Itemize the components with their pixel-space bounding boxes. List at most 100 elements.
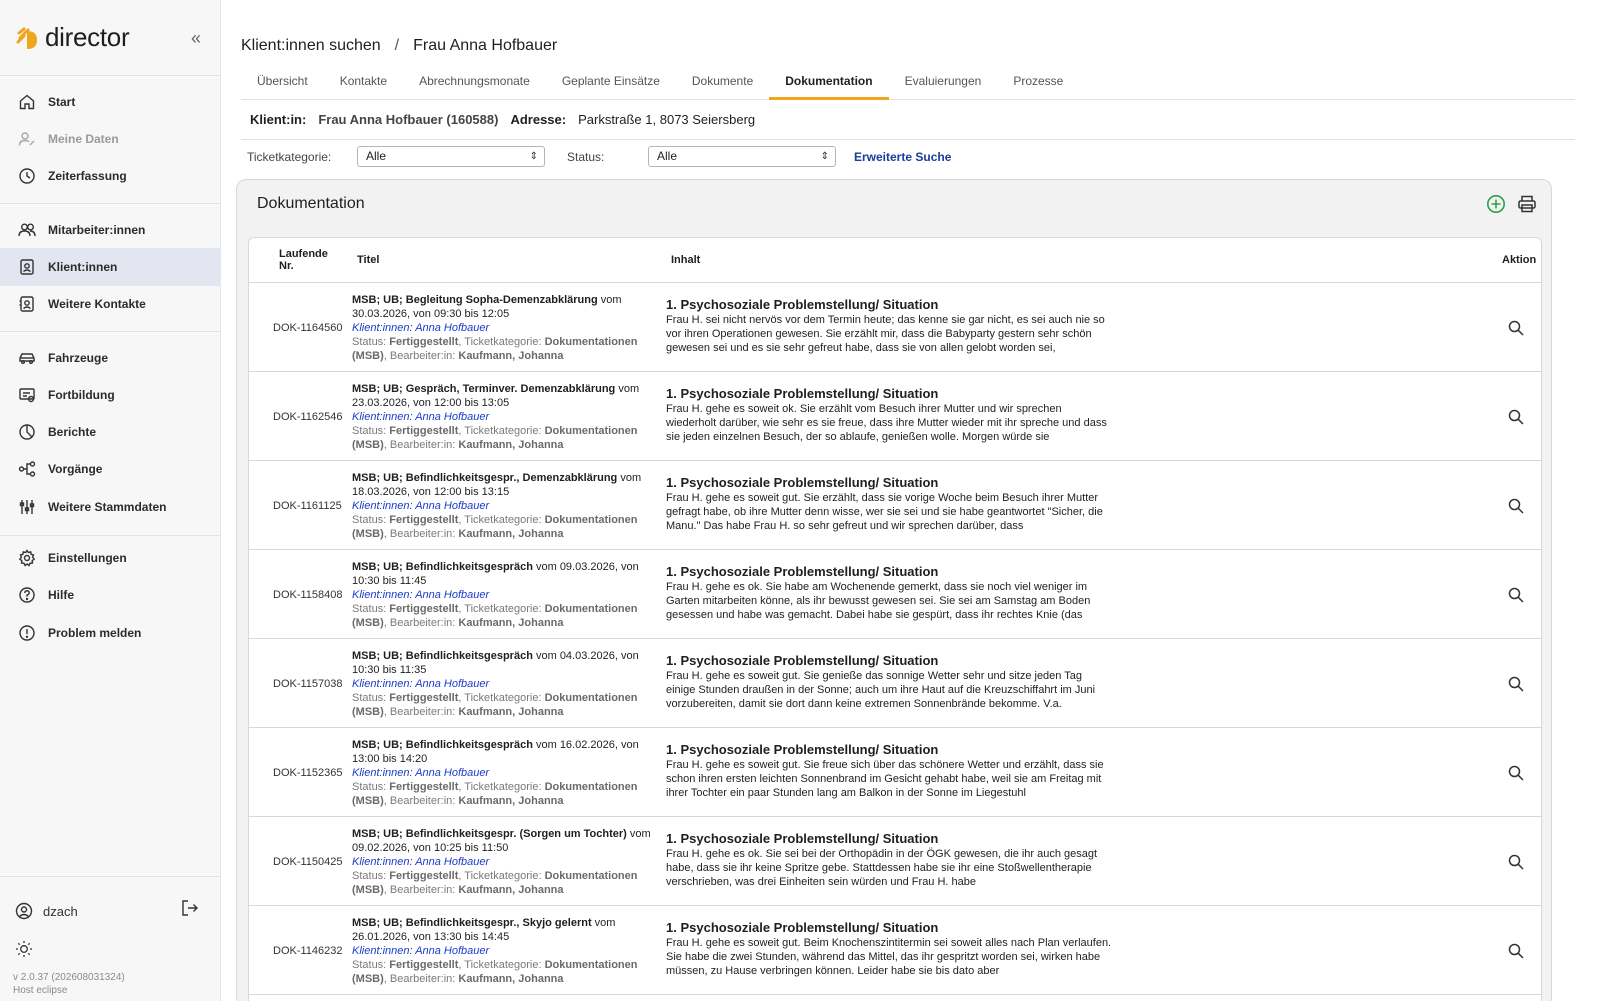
row-title: MSB; UB; Befindlichkeitsgespräch vom 09.… xyxy=(352,560,657,630)
row-client-link[interactable]: Klient:innen: Anna Hofbauer xyxy=(352,678,489,690)
row-content-title: 1. Psychosoziale Problemstellung/ Situat… xyxy=(666,475,939,490)
sidebar-item-label: Hilfe xyxy=(48,588,75,602)
sidebar-item-fortbildung[interactable]: Fortbildung xyxy=(0,376,221,414)
client-info-bar: Klient:in: Frau Anna Hofbauer (160588) A… xyxy=(241,100,1575,140)
tab-kontakte[interactable]: Kontakte xyxy=(324,62,403,100)
row-client-link[interactable]: Klient:innen: Anna Hofbauer xyxy=(352,500,489,512)
header-nr-line1: Laufende xyxy=(279,248,328,260)
tab-geplante-einsaetze[interactable]: Geplante Einsätze xyxy=(546,62,676,100)
sidebar-item-weitere-kontakte[interactable]: Weitere Kontakte xyxy=(0,285,221,323)
sidebar-item-hilfe[interactable]: Hilfe xyxy=(0,576,221,614)
tab-dokumentation[interactable]: Dokumentation xyxy=(769,62,889,100)
row-content-text: Frau H. gehe es soweit gut. Sie erzählt,… xyxy=(666,492,1103,532)
category-select[interactable]: Alle ⇕ xyxy=(357,146,545,167)
table-row[interactable]: DOK-1157038 MSB; UB; Befindlichkeitsgesp… xyxy=(249,639,1541,728)
sidebar-item-berichte[interactable]: Berichte xyxy=(0,413,221,451)
row-content: 1. Psychosoziale Problemstellung/ Situat… xyxy=(666,742,1114,800)
print-icon[interactable] xyxy=(1517,194,1537,214)
row-category-label: , Ticketkategorie: xyxy=(458,425,545,437)
row-client-link[interactable]: Klient:innen: Anna Hofbauer xyxy=(352,856,489,868)
table-row[interactable]: DOK-1146232 MSB; UB; Befindlichkeitsgesp… xyxy=(249,906,1541,995)
row-category-label: , Ticketkategorie: xyxy=(458,781,545,793)
brand[interactable]: director xyxy=(15,22,130,53)
tab-dokumente[interactable]: Dokumente xyxy=(676,62,769,100)
status-select[interactable]: Alle ⇕ xyxy=(648,146,836,167)
view-magnifier-icon[interactable] xyxy=(1507,853,1525,871)
row-number: DOK-1152365 xyxy=(273,767,343,779)
gear-icon xyxy=(18,549,36,567)
row-worker: Kaufmann, Johanna xyxy=(458,617,564,629)
view-magnifier-icon[interactable] xyxy=(1507,675,1525,693)
advanced-search-link[interactable]: Erweiterte Suche xyxy=(854,150,951,164)
director-logo-icon xyxy=(16,27,37,49)
row-status: Fertiggestellt xyxy=(389,514,459,526)
sidebar-item-mitarbeiter[interactable]: Mitarbeiter:innen xyxy=(0,211,221,249)
chart-pie-icon xyxy=(18,423,36,441)
row-worker-label: , Bearbeiter:in: xyxy=(383,350,459,362)
theme-toggle-sun-icon[interactable] xyxy=(15,940,33,958)
sidebar-item-problem-melden[interactable]: Problem melden xyxy=(0,614,221,652)
view-magnifier-icon[interactable] xyxy=(1507,764,1525,782)
row-category-label: , Ticketkategorie: xyxy=(458,603,545,615)
row-client-link[interactable]: Klient:innen: Anna Hofbauer xyxy=(352,411,489,423)
row-status-label: Status: xyxy=(352,692,390,704)
row-meta: Status: Fertiggestellt, Ticketkategorie:… xyxy=(352,603,638,629)
row-title: MSB; UB; Gespräch, Terminver. Demenzabkl… xyxy=(352,382,657,452)
category-filter-label: Ticketkategorie: xyxy=(247,150,332,164)
row-meta: Status: Fertiggestellt, Ticketkategorie:… xyxy=(352,514,638,540)
table-row[interactable]: DOK-1161125 MSB; UB; Befindlichkeitsgesp… xyxy=(249,461,1541,550)
users-icon xyxy=(18,221,36,239)
row-client-link[interactable]: Klient:innen: Anna Hofbauer xyxy=(352,322,489,334)
view-magnifier-icon[interactable] xyxy=(1507,319,1525,337)
row-category-label: , Ticketkategorie: xyxy=(458,336,545,348)
sidebar-item-zeiterfassung[interactable]: Zeiterfassung xyxy=(0,157,221,195)
collapse-sidebar-icon[interactable]: « xyxy=(186,28,206,48)
row-content-title: 1. Psychosoziale Problemstellung/ Situat… xyxy=(666,297,939,312)
view-magnifier-icon[interactable] xyxy=(1507,497,1525,515)
sidebar-item-einstellungen[interactable]: Einstellungen xyxy=(0,539,221,577)
row-content: 1. Psychosoziale Problemstellung/ Situat… xyxy=(666,475,1114,533)
contact-icon xyxy=(18,295,36,313)
sidebar-item-label: Einstellungen xyxy=(48,551,127,565)
table-row[interactable]: DOK-1164560 MSB; UB; Begleitung Sopha-De… xyxy=(249,283,1541,372)
view-magnifier-icon[interactable] xyxy=(1507,408,1525,426)
panel-title: Dokumentation xyxy=(257,195,365,212)
view-magnifier-icon[interactable] xyxy=(1507,942,1525,960)
sidebar-item-klienten[interactable]: Klient:innen xyxy=(0,248,221,286)
sidebar-item-start[interactable]: Start xyxy=(0,83,221,121)
tab-evaluierungen[interactable]: Evaluierungen xyxy=(889,62,998,100)
sidebar-item-meine-daten[interactable]: Meine Daten xyxy=(0,120,221,158)
sidebar-item-fahrzeuge[interactable]: Fahrzeuge xyxy=(0,339,221,377)
table-row[interactable]: DOK-1152365 MSB; UB; Befindlichkeitsgesp… xyxy=(249,728,1541,817)
address-label: Adresse: xyxy=(510,112,567,127)
tab-uebersicht[interactable]: Übersicht xyxy=(241,62,324,100)
tab-prozesse[interactable]: Prozesse xyxy=(997,62,1079,100)
sidebar-item-vorgaenge[interactable]: Vorgänge xyxy=(0,450,221,488)
add-circle-icon[interactable] xyxy=(1486,194,1506,214)
version-text: v 2.0.37 (202608031324) xyxy=(13,972,125,983)
home-icon xyxy=(18,93,36,111)
row-client-link[interactable]: Klient:innen: Anna Hofbauer xyxy=(352,945,489,957)
row-content: 1. Psychosoziale Problemstellung/ Situat… xyxy=(666,831,1114,889)
table-row[interactable]: DOK-1158408 MSB; UB; Befindlichkeitsgesp… xyxy=(249,550,1541,639)
row-client-link[interactable]: Klient:innen: Anna Hofbauer xyxy=(352,767,489,779)
row-content-text: Frau H. gehe es soweit gut. Beim Knochen… xyxy=(666,937,1112,977)
car-icon xyxy=(18,349,36,367)
user-profile[interactable]: dzach xyxy=(15,899,205,923)
tab-abrechnungsmonate[interactable]: Abrechnungsmonate xyxy=(403,62,546,100)
row-content: 1. Psychosoziale Problemstellung/ Situat… xyxy=(666,920,1114,978)
table-row[interactable]: DOK-1150425 MSB; UB; Befindlichkeitsgesp… xyxy=(249,817,1541,906)
row-title-bold: MSB; UB; Befindlichkeitsgespräch xyxy=(352,739,533,751)
row-title: MSB; UB; Befindlichkeitsgespr., Skyjo ge… xyxy=(352,916,657,986)
sidebar-item-weitere-stammdaten[interactable]: Weitere Stammdaten xyxy=(0,488,221,526)
version-info: v 2.0.37 (202608031324) Host eclipse xyxy=(13,971,125,997)
view-magnifier-icon[interactable] xyxy=(1507,586,1525,604)
logout-icon[interactable] xyxy=(180,898,200,918)
row-title-bold: MSB; UB; Befindlichkeitsgespr., Demenzab… xyxy=(352,472,618,484)
header-content: Inhalt xyxy=(671,254,701,266)
row-category-label: , Ticketkategorie: xyxy=(458,514,545,526)
breadcrumb-parent-link[interactable]: Klient:innen suchen xyxy=(241,37,381,55)
row-client-link[interactable]: Klient:innen: Anna Hofbauer xyxy=(352,589,489,601)
row-title-bold: MSB; UB; Befindlichkeitsgespr. (Sorgen u… xyxy=(352,828,627,840)
table-row[interactable]: DOK-1162546 MSB; UB; Gespräch, Terminver… xyxy=(249,372,1541,461)
